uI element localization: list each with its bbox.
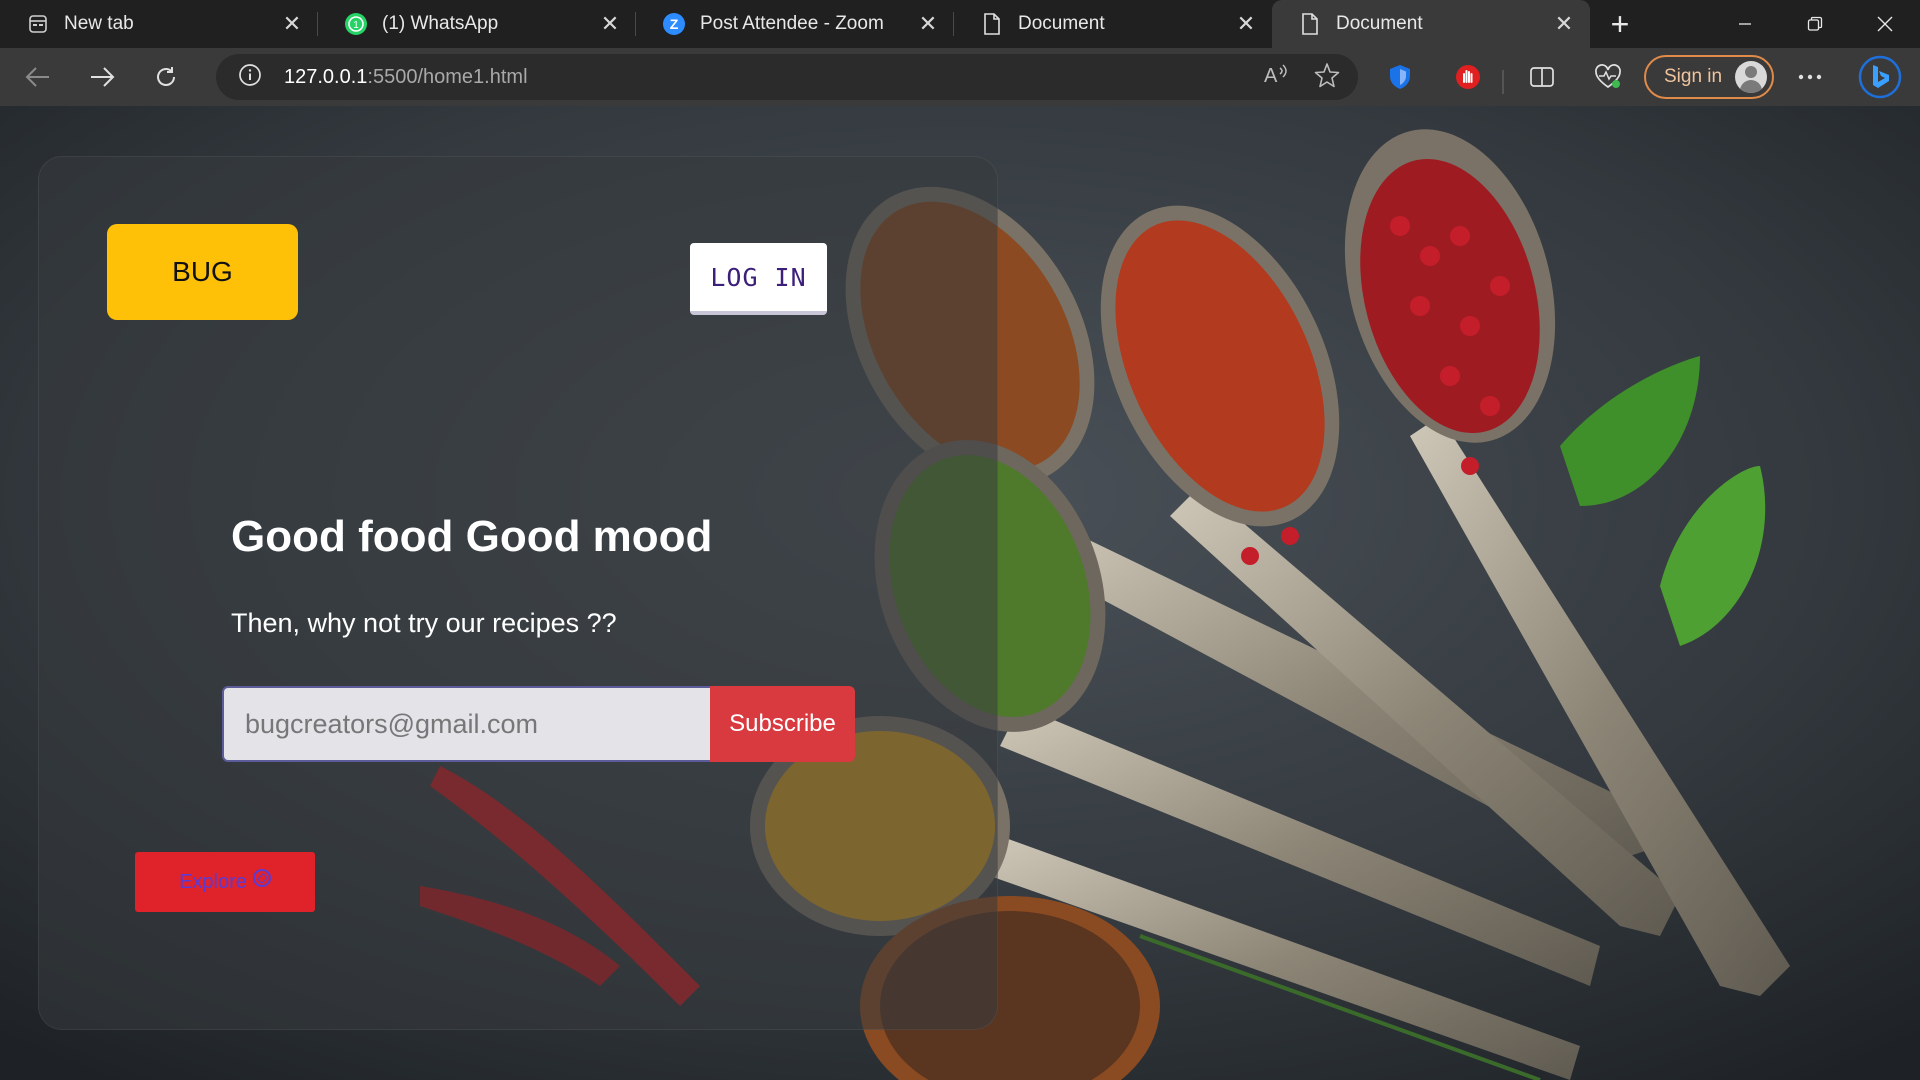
sign-in-label: Sign in — [1664, 66, 1723, 87]
window-controls — [1710, 0, 1920, 48]
hero-card: BUG LOG IN Good food Good mood Then, why… — [38, 156, 998, 1030]
tab-title: Post Attendee - Zoom — [700, 13, 884, 34]
subscribe-button[interactable]: Subscribe — [710, 686, 855, 762]
zoom-icon: Z — [662, 12, 686, 36]
read-aloud-icon[interactable]: A — [1264, 62, 1290, 95]
back-icon[interactable] — [10, 53, 66, 101]
document-icon — [980, 12, 1004, 36]
whatsapp-icon: 1 — [344, 12, 368, 36]
tab-title: Document — [1336, 13, 1423, 34]
close-window-icon[interactable] — [1850, 0, 1920, 48]
email-field[interactable]: bugcreators@gmail.com — [222, 686, 710, 762]
svg-text:A: A — [1264, 65, 1278, 86]
adblock-extension-icon[interactable] — [1448, 48, 1488, 106]
svg-text:1: 1 — [353, 20, 359, 31]
new-tab-button[interactable]: + — [1590, 0, 1650, 48]
hero-headline: Good food Good mood — [231, 512, 713, 561]
explore-button[interactable]: Explore — [135, 852, 315, 912]
close-icon[interactable]: ✕ — [916, 11, 940, 36]
svg-text:Z: Z — [670, 16, 679, 32]
url-text: 127.0.0.1:5500/home1.html — [284, 65, 528, 88]
more-options-icon[interactable] — [1790, 48, 1830, 106]
bing-copilot-icon[interactable] — [1856, 48, 1904, 106]
sign-in-button[interactable]: Sign in — [1644, 55, 1774, 99]
site-info-icon[interactable] — [238, 63, 262, 92]
tab-title: Document — [1018, 13, 1105, 34]
shield-extension-icon[interactable] — [1380, 48, 1420, 106]
browser-toolbar: 127.0.0.1:5500/home1.html A — [0, 48, 1920, 106]
tab-title: (1) WhatsApp — [382, 13, 499, 34]
address-bar[interactable]: 127.0.0.1:5500/home1.html A — [216, 54, 1358, 100]
tab-whatsapp[interactable]: 1 (1) WhatsApp ✕ — [318, 0, 636, 48]
avatar — [1735, 61, 1767, 93]
close-icon[interactable]: ✕ — [280, 11, 304, 36]
browser-essentials-icon[interactable] — [1588, 48, 1628, 106]
close-icon[interactable]: ✕ — [598, 11, 622, 36]
close-icon[interactable]: ✕ — [1552, 11, 1576, 36]
minimize-icon[interactable] — [1710, 0, 1780, 48]
close-icon[interactable]: ✕ — [1234, 11, 1258, 36]
tab-zoom[interactable]: Z Post Attendee - Zoom ✕ — [636, 0, 954, 48]
compass-icon — [252, 869, 271, 887]
hero-subline: Then, why not try our recipes ?? — [231, 608, 617, 638]
newtab-icon — [26, 12, 50, 36]
tab-new-tab[interactable]: New tab ✕ — [0, 0, 318, 48]
tab-document[interactable]: Document ✕ — [954, 0, 1272, 48]
login-button[interactable]: LOG IN — [690, 243, 827, 315]
favorite-star-icon[interactable] — [1314, 62, 1340, 95]
forward-icon[interactable] — [74, 53, 130, 101]
tab-strip: New tab ✕ 1 (1) WhatsApp ✕ Z Post Attend… — [0, 0, 1920, 48]
document-icon — [1298, 12, 1322, 36]
tab-title: New tab — [64, 13, 134, 34]
restore-icon[interactable] — [1780, 0, 1850, 48]
logo[interactable]: BUG — [107, 224, 298, 320]
refresh-icon[interactable] — [138, 53, 194, 101]
split-screen-icon[interactable] — [1522, 48, 1562, 106]
explore-label: Explore — [179, 870, 247, 893]
tab-document-active[interactable]: Document ✕ — [1272, 0, 1590, 48]
page-viewport: BUG LOG IN Good food Good mood Then, why… — [0, 106, 1920, 1080]
